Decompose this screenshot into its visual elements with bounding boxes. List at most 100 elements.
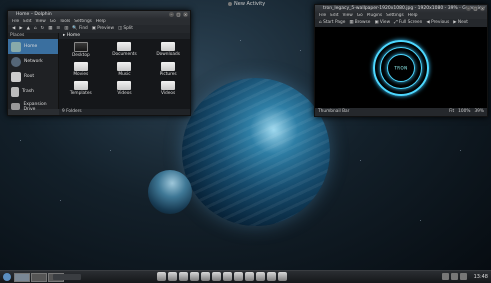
folder-item[interactable]: Templates — [59, 81, 103, 96]
folder-item[interactable]: Movies — [59, 62, 103, 77]
zoom-level: 39% — [474, 109, 484, 114]
folder-item[interactable]: Documents — [103, 42, 147, 58]
notification-tray-icon[interactable] — [460, 273, 467, 280]
status-bar: 9 Folders — [59, 109, 190, 115]
zoom-100-button[interactable]: 100% — [458, 108, 470, 116]
folder-label: Templates — [69, 91, 92, 96]
taskbar-item[interactable] — [53, 274, 81, 280]
activity-label: New Activity — [234, 1, 266, 7]
place-trash[interactable]: Trash — [8, 84, 58, 99]
star — [240, 40, 241, 41]
view-button[interactable]: ▣ View — [374, 19, 390, 27]
refresh-icon[interactable]: ↻ — [41, 25, 45, 33]
chat-icon[interactable] — [201, 272, 210, 281]
activity-switcher[interactable]: New Activity — [228, 1, 265, 7]
start-page-label: Start Page — [323, 20, 346, 25]
dolphin-titlebar[interactable]: Home – Dolphin – □ × — [8, 11, 190, 19]
folder-item[interactable]: Videos — [146, 81, 190, 96]
browse-button[interactable]: ▦ Browse — [349, 19, 370, 27]
place-label: Network — [24, 59, 43, 64]
icons-view-icon[interactable]: ▦ — [48, 25, 52, 33]
minimize-button[interactable]: – — [169, 12, 174, 17]
forward-icon[interactable]: ▶ — [19, 25, 22, 33]
trash-dock-icon[interactable] — [278, 272, 287, 281]
graphics-icon[interactable] — [256, 272, 265, 281]
system-settings-icon[interactable] — [234, 272, 243, 281]
pager-desktop-2[interactable] — [31, 273, 47, 282]
moon-wallpaper — [148, 170, 192, 214]
bottom-panel: 13:48 — [0, 270, 491, 283]
next-button[interactable]: ▶ Next — [453, 19, 468, 27]
back-icon[interactable]: ◀ — [12, 25, 15, 33]
pager-desktop-1[interactable] — [14, 273, 30, 282]
terminal-icon[interactable] — [212, 272, 221, 281]
volume-tray-icon[interactable] — [451, 273, 458, 280]
drive-icon — [11, 103, 21, 110]
maximize-button[interactable]: □ — [176, 12, 181, 17]
kde-launcher-icon[interactable] — [3, 273, 11, 281]
clock[interactable]: 13:48 — [474, 274, 488, 280]
thumbnail-bar-toggle[interactable]: Thumbnail Bar — [318, 108, 349, 116]
fullscreen-label: Full Screen — [398, 20, 423, 25]
gwenview-titlebar[interactable]: tron_legacy_5-wallpaper-1920x1080.jpg - … — [315, 5, 487, 13]
star — [300, 50, 301, 51]
network-tray-icon[interactable] — [442, 273, 449, 280]
monitor-icon[interactable] — [267, 272, 276, 281]
media-icon[interactable] — [245, 272, 254, 281]
file-view: ▸ Home Desktop Documents Downloads Movie… — [59, 33, 190, 109]
folder-icon — [117, 62, 132, 71]
split-button[interactable]: ◫ Split — [118, 25, 133, 33]
folder-icon — [161, 42, 176, 51]
view-label: View — [379, 20, 391, 25]
mail-icon[interactable] — [190, 272, 199, 281]
app-launcher-icon[interactable] — [157, 272, 166, 281]
previous-button[interactable]: ◀ Previous — [426, 19, 449, 27]
image-viewer[interactable]: TRON — [315, 27, 487, 108]
place-home[interactable]: Home — [8, 39, 58, 54]
find-button[interactable]: 🔍 Find — [72, 25, 88, 33]
folder-item[interactable]: Desktop — [59, 42, 103, 58]
desktop-icon — [73, 42, 88, 52]
start-page-button[interactable]: ⌂ Start Page — [319, 19, 345, 27]
place-expansion-drive[interactable]: Expansion Drive — [8, 99, 58, 114]
gwenview-window[interactable]: tron_legacy_5-wallpaper-1920x1080.jpg - … — [314, 4, 488, 117]
star — [460, 150, 461, 151]
text-editor-icon[interactable] — [223, 272, 232, 281]
place-root[interactable]: Root — [8, 69, 58, 84]
details-view-icon[interactable]: ☰ — [56, 25, 60, 33]
system-tray — [442, 273, 467, 280]
place-network[interactable]: Network — [8, 54, 58, 69]
minimize-button[interactable]: – — [466, 6, 471, 11]
fit-button[interactable]: Fit — [449, 108, 454, 116]
folder-label: Movies — [73, 72, 89, 77]
star — [360, 160, 361, 161]
star — [60, 200, 61, 201]
place-label: Expansion Drive — [23, 101, 47, 112]
tron-logo-text: TRON — [394, 65, 408, 70]
folder-item[interactable]: Downloads — [146, 42, 190, 58]
folder-item[interactable]: Music — [103, 62, 147, 77]
folder-label: Downloads — [156, 52, 180, 57]
root-folder-icon — [11, 71, 21, 82]
dolphin-window[interactable]: Home – Dolphin – □ × File Edit View Go T… — [7, 10, 191, 116]
folder-icon — [161, 62, 176, 71]
close-button[interactable]: × — [183, 12, 188, 17]
columns-view-icon[interactable]: ▥ — [64, 25, 68, 33]
fullscreen-button[interactable]: ⤢ Full Screen — [394, 19, 422, 27]
window-title: tron_legacy_5-wallpaper-1920x1080.jpg - … — [323, 6, 486, 11]
music-player-icon[interactable] — [179, 272, 188, 281]
close-button[interactable]: × — [480, 6, 485, 11]
folder-item[interactable]: Videos — [103, 81, 147, 96]
home-icon[interactable]: ⌂ — [34, 25, 37, 33]
preview-label: Preview — [97, 26, 114, 31]
folder-item[interactable]: Pictures — [146, 62, 190, 77]
browser-icon[interactable] — [168, 272, 177, 281]
previous-label: Previous — [431, 20, 450, 25]
up-icon[interactable]: ▲ — [27, 25, 30, 33]
folder-label: Documents — [112, 52, 137, 57]
app-dock — [157, 272, 287, 281]
network-icon — [11, 56, 21, 67]
preview-button[interactable]: ▣ Preview — [92, 25, 114, 33]
find-label: Find — [78, 26, 88, 31]
maximize-button[interactable]: □ — [473, 6, 478, 11]
